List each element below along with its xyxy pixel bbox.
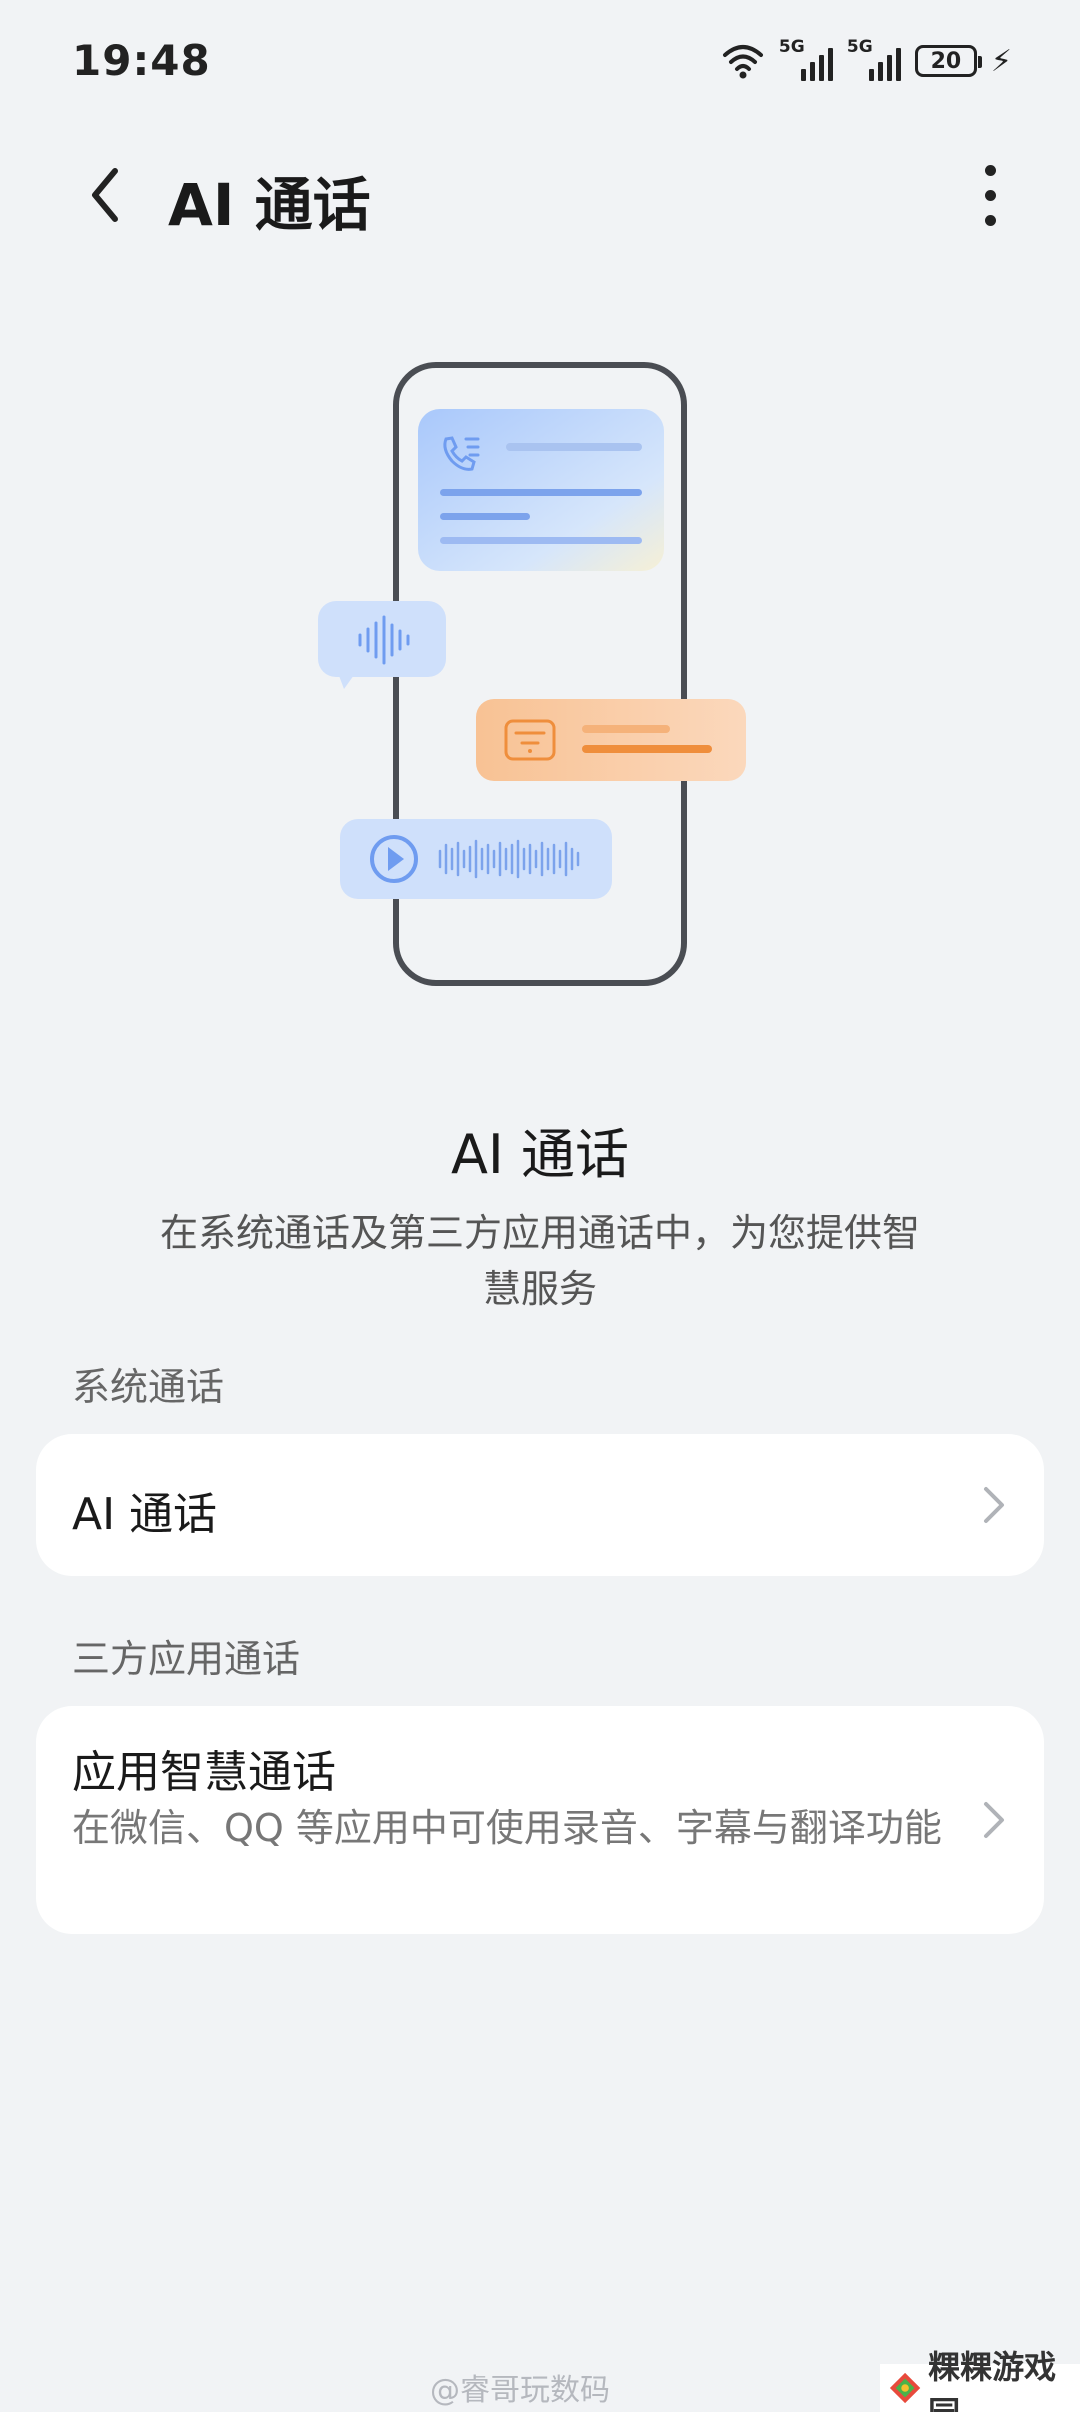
status-icons: 5G 5G 20 ⚡ [721,37,1012,84]
subtitle-card [476,699,746,781]
app-header: AI 通话 [0,140,1080,250]
app-smart-call-item[interactable]: 应用智慧通话 在微信、QQ 等应用中可使用录音、字幕与翻译功能 [36,1706,1044,1934]
chevron-left-icon [92,168,118,222]
network-type-2: 5G [846,37,873,57]
signal-icon: 5G [847,37,901,81]
charging-icon: ⚡ [990,43,1012,79]
recording-card [340,819,612,899]
watermark: @睿哥玩数码 [430,2373,610,2408]
battery-icon: 20 [914,45,982,77]
more-vertical-icon [984,164,996,226]
battery-level: 20 [930,48,962,74]
section-label-system-call: 系统通话 [72,1365,225,1409]
signal-icon: 5G [779,37,833,81]
status-bar: 19:48 5G 5G 20 ⚡ [0,0,1080,120]
brand-logo: 粿粿游戏园 [880,2348,1080,2412]
wifi-icon [722,45,763,79]
voice-bubble [318,601,446,689]
network-type-1: 5G [778,37,805,57]
app-smart-call-subtitle: 在微信、QQ 等应用中可使用录音、字幕与翻译功能 [72,1806,942,1850]
chevron-right-icon [984,1802,1004,1838]
brand-mark-icon [889,2372,921,2404]
ai-call-item-title: AI 通话 [72,1489,218,1540]
ai-call-illustration [318,362,746,986]
ai-call-item[interactable]: AI 通话 [36,1434,1044,1576]
status-time: 19:48 [72,36,211,85]
section-label-third-party-call: 三方应用通话 [72,1637,301,1681]
app-smart-call-title: 应用智慧通话 [72,1747,336,1798]
page-title: AI 通话 [168,171,371,239]
intro-title: AI 通话 [450,1123,630,1186]
back-button[interactable] [70,160,140,230]
intro-description: 在系统通话及第三方应用通话中，为您提供智慧服务 [159,1211,920,1311]
more-button[interactable] [960,160,1020,230]
chevron-right-icon [984,1487,1004,1523]
brand-text: 粿粿游戏园 [928,2348,1057,2412]
